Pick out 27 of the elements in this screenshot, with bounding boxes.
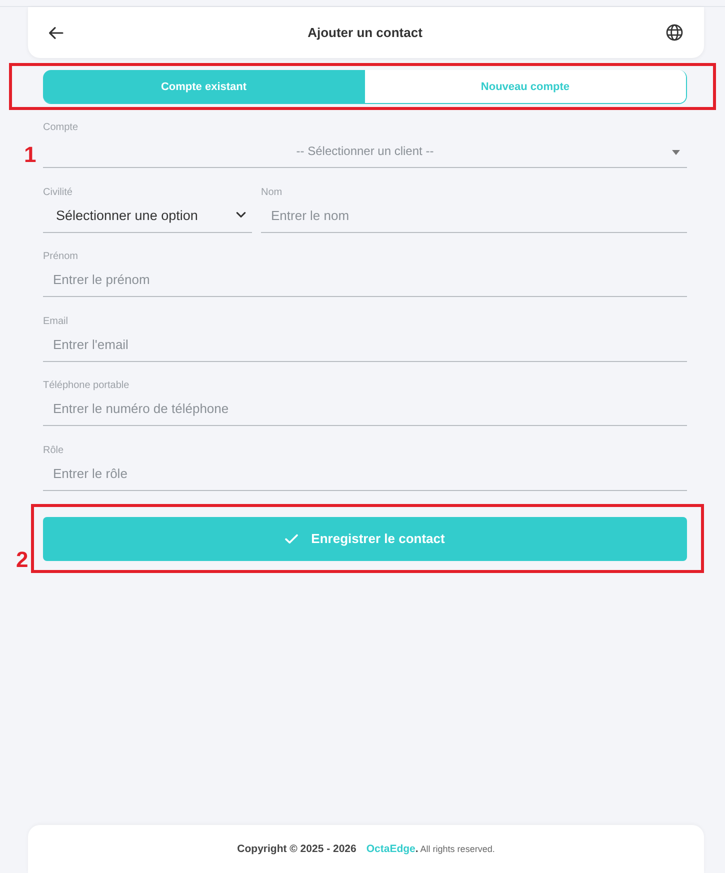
field-label: Rôle	[43, 444, 65, 456]
annotation-number: 1	[24, 144, 36, 166]
dropdown-triangle-icon	[672, 150, 680, 155]
page-title: Ajouter un contact	[308, 25, 422, 40]
field-label: Civilité	[43, 186, 74, 198]
copyright-text: Copyright © 2025 - 2026	[237, 843, 356, 855]
annotation-number: 2	[16, 548, 28, 570]
field-label: Compte	[43, 121, 80, 134]
brand-link[interactable]: OctaEdge	[366, 843, 416, 855]
text-input[interactable]: Entrer le numéro de téléphone	[43, 392, 687, 426]
field-label: Email	[43, 314, 70, 328]
text-input[interactable]: Entrer le rôle	[43, 456, 687, 490]
field-label: Nom	[261, 186, 284, 198]
save-contact-button[interactable]: Enregistrer le contact	[43, 516, 687, 560]
globe-icon[interactable]	[666, 24, 683, 41]
text-input[interactable]: Entrer le nom	[261, 198, 687, 232]
chevron-down-icon	[236, 212, 246, 218]
field-label: Téléphone portable	[43, 379, 130, 392]
field-label: Prénom	[43, 250, 80, 263]
rights-text: . All rights reserved.	[415, 843, 495, 855]
tab[interactable]: Compte existant	[43, 70, 364, 103]
text-input[interactable]: Entrer le prénom	[43, 263, 687, 297]
back-arrow-icon[interactable]	[48, 24, 64, 40]
check-icon	[285, 534, 298, 544]
client-select[interactable]: -- Sélectionner un client --	[43, 134, 687, 168]
text-input[interactable]: Entrer l'email	[43, 328, 687, 362]
civility-select[interactable]: Sélectionner une option	[43, 198, 252, 232]
